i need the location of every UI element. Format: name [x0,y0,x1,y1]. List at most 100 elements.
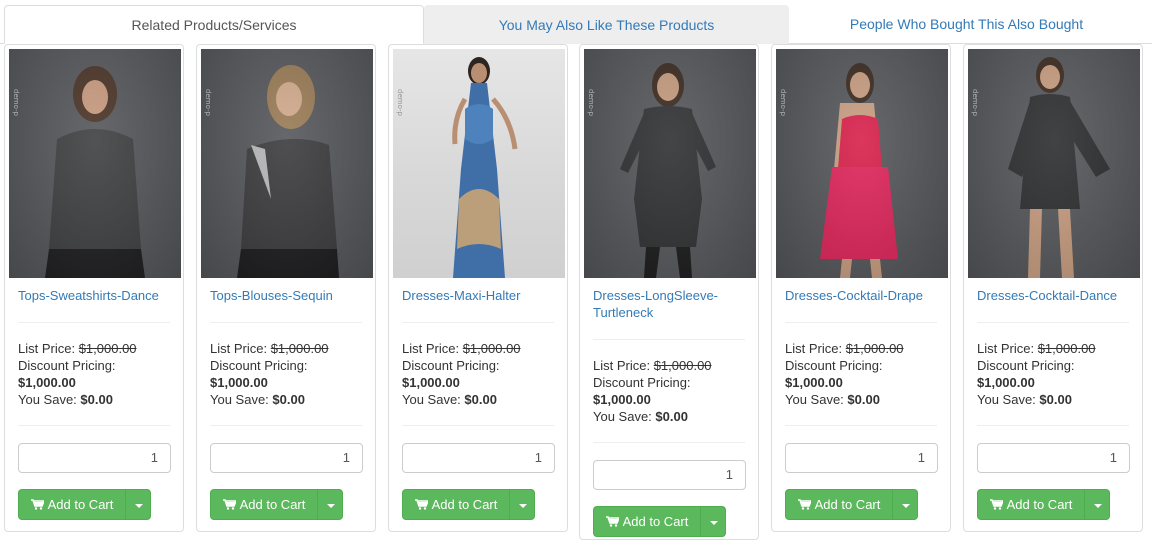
divider [402,425,554,426]
product-image[interactable]: demo-p [9,49,181,278]
watermark-text: demo-p [396,89,404,116]
add-to-cart-label: Add to Cart [1006,497,1073,512]
add-to-cart-label: Add to Cart [47,497,114,512]
discount-label: Discount Pricing: [402,358,500,373]
watermark-text: demo-p [779,89,787,116]
list-price-label: List Price: [785,341,843,356]
you-save-value: $0.00 [464,392,497,407]
add-to-cart-button[interactable]: Add to Cart [18,489,126,520]
list-price-label: List Price: [402,341,460,356]
add-to-cart-dropdown-toggle[interactable] [1084,489,1110,520]
price-block: List Price: $1,000.00 Discount Pricing: … [785,340,945,408]
product-card: demo-p Tops-Sweatshirts-Dance List Price… [4,44,184,532]
product-card: demo-p Dresses-Cocktail-Dance List Price… [963,44,1143,532]
quantity-input[interactable]: 1 [18,443,171,473]
cart-icon [605,516,619,527]
add-to-cart-label: Add to Cart [239,497,306,512]
discount-price-value: $1,000.00 [210,375,268,390]
list-price-value: $1,000.00 [845,341,904,356]
watermark-text: demo-p [587,89,595,116]
discount-label: Discount Pricing: [785,358,883,373]
price-block: List Price: $1,000.00 Discount Pricing: … [18,340,178,408]
add-to-cart-dropdown-toggle[interactable] [700,506,726,537]
quantity-input[interactable]: 1 [210,443,363,473]
discount-price-value: $1,000.00 [18,375,76,390]
divider [785,322,937,323]
product-name-link[interactable]: Dresses-LongSleeve-Turtleneck [593,287,749,321]
you-save-value: $0.00 [272,392,305,407]
divider [18,425,170,426]
divider [18,322,170,323]
add-to-cart-button[interactable]: Add to Cart [402,489,510,520]
tab-people-also-bought[interactable]: People Who Bought This Also Bought [789,5,1144,44]
quantity-input[interactable]: 1 [977,443,1130,473]
price-block: List Price: $1,000.00 Discount Pricing: … [977,340,1137,408]
model-figure [452,57,518,278]
product-tabs: Related Products/Services You May Also L… [0,0,1152,44]
cart-icon [30,499,44,510]
product-image[interactable]: demo-p [393,49,565,278]
discount-label: Discount Pricing: [977,358,1075,373]
divider [977,425,1129,426]
discount-price-value: $1,000.00 [593,392,651,407]
list-price-value: $1,000.00 [653,358,712,373]
product-image[interactable]: demo-p [201,49,373,278]
cart-icon [414,499,428,510]
add-to-cart-button[interactable]: Add to Cart [785,489,893,520]
tab-you-may-also-like[interactable]: You May Also Like These Products [424,5,789,44]
add-to-cart-button[interactable]: Add to Cart [210,489,318,520]
you-save-label: You Save: [977,392,1036,407]
you-save-label: You Save: [210,392,269,407]
product-image[interactable]: demo-p [584,49,756,278]
you-save-value: $0.00 [1039,392,1072,407]
list-price-label: List Price: [18,341,76,356]
product-image[interactable]: demo-p [776,49,948,278]
you-save-value: $0.00 [847,392,880,407]
divider [785,425,937,426]
product-name-link[interactable]: Dresses-Cocktail-Drape [785,287,941,304]
watermark-text: demo-p [971,89,979,116]
add-to-cart-label: Add to Cart [622,514,689,529]
add-to-cart-dropdown-toggle[interactable] [125,489,151,520]
discount-label: Discount Pricing: [593,375,691,390]
add-to-cart-dropdown-toggle[interactable] [509,489,535,520]
you-save-label: You Save: [18,392,77,407]
add-to-cart-button[interactable]: Add to Cart [593,506,701,537]
product-image[interactable]: demo-p [968,49,1140,278]
product-name-link[interactable]: Dresses-Cocktail-Dance [977,287,1133,304]
price-block: List Price: $1,000.00 Discount Pricing: … [402,340,562,408]
quantity-input[interactable]: 1 [593,460,746,490]
divider [593,339,745,340]
product-card: demo-p Tops-Blouses-Sequin List Price: $… [196,44,376,532]
cart-icon [222,499,236,510]
list-price-value: $1,000.00 [462,341,521,356]
price-block: List Price: $1,000.00 Discount Pricing: … [593,357,753,425]
list-price-label: List Price: [593,358,651,373]
list-price-value: $1,000.00 [270,341,329,356]
discount-price-value: $1,000.00 [785,375,843,390]
product-card: demo-p Dresses-Cocktail-Drape List Price… [771,44,951,532]
add-to-cart-label: Add to Cart [814,497,881,512]
you-save-label: You Save: [593,409,652,424]
discount-price-value: $1,000.00 [977,375,1035,390]
product-name-link[interactable]: Dresses-Maxi-Halter [402,287,558,304]
add-to-cart-dropdown-toggle[interactable] [317,489,343,520]
cart-icon [797,499,811,510]
add-to-cart-button[interactable]: Add to Cart [977,489,1085,520]
product-name-link[interactable]: Tops-Blouses-Sequin [210,287,366,304]
product-card: demo-p Dresses-Maxi-Halter List Price: $… [388,44,568,532]
price-block: List Price: $1,000.00 Discount Pricing: … [210,340,370,408]
list-price-label: List Price: [977,341,1035,356]
add-to-cart-label: Add to Cart [431,497,498,512]
list-price-label: List Price: [210,341,268,356]
watermark-text: demo-p [12,89,20,116]
tab-related-products[interactable]: Related Products/Services [4,5,424,44]
add-to-cart-dropdown-toggle[interactable] [892,489,918,520]
product-name-link[interactable]: Tops-Sweatshirts-Dance [18,287,174,304]
quantity-input[interactable]: 1 [402,443,555,473]
watermark-text: demo-p [204,89,212,116]
divider [210,322,362,323]
cart-icon [989,499,1003,510]
list-price-value: $1,000.00 [1037,341,1096,356]
quantity-input[interactable]: 1 [785,443,938,473]
